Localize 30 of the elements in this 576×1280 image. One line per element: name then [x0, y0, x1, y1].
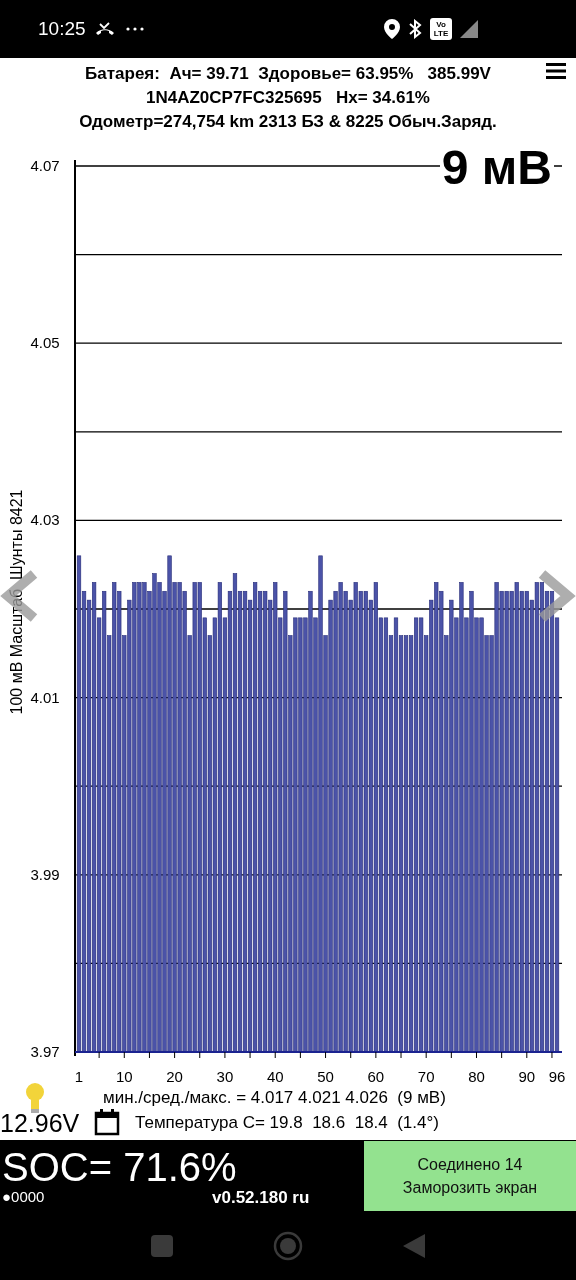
y-tick-label: 3.97: [30, 1043, 60, 1060]
y-tick-label: 4.05: [30, 334, 60, 352]
clock: 10:25: [38, 16, 86, 41]
y-tick-label: 4.01: [30, 688, 60, 706]
soc-text: SOC= 71.6%: [2, 1144, 237, 1190]
y-tick-label: 4.03: [30, 511, 60, 529]
x-tick-label: 40: [266, 1068, 284, 1085]
y-axis-label: 100 мВ Масштаб Шунты 8421: [8, 489, 25, 715]
x-tick-label: 30: [216, 1068, 234, 1085]
temperature-text: Температура C= 19.8 18.6 18.4 (1.4°): [135, 1112, 439, 1134]
x-tick-label: 60: [367, 1068, 385, 1085]
aux-voltage: 12.96V: [0, 1108, 80, 1138]
freeze-screen-button[interactable]: Соединено 14 Заморозить экран: [364, 1141, 576, 1211]
x-tick-label: 10: [115, 1068, 133, 1085]
x-tick-label: 90: [518, 1068, 536, 1085]
volte-badge: Vo LTE: [430, 18, 452, 40]
x-tick-label: 80: [468, 1068, 485, 1085]
x-tick-label: 20: [166, 1068, 183, 1085]
odometer-text: Одометр=274,754 km 2313 БЗ & 8225 Обыч.Заряд.: [79, 111, 497, 133]
connection-indicator: ●0000: [2, 1188, 45, 1206]
x-tick-label: 96: [548, 1068, 566, 1085]
x-tick-label: 70: [417, 1068, 435, 1085]
x-tick-label: 1: [74, 1068, 84, 1085]
y-tick-label: 4.07: [30, 157, 60, 174]
min-avg-max-text: мин./сред./макс. = 4.017 4.021 4.026 (9 мВ): [103, 1088, 446, 1108]
version-text: v0.52.180 ru: [212, 1188, 310, 1208]
y-tick-label: 3.99: [30, 865, 60, 883]
x-tick-label: 50: [317, 1068, 334, 1085]
vin-text: 1N4AZ0CP7FC325695 Hx= 34.61%: [146, 87, 430, 109]
battery-summary: Батарея: Ач= 39.71 Здоровье= 63.95% 385.99V: [85, 63, 491, 85]
